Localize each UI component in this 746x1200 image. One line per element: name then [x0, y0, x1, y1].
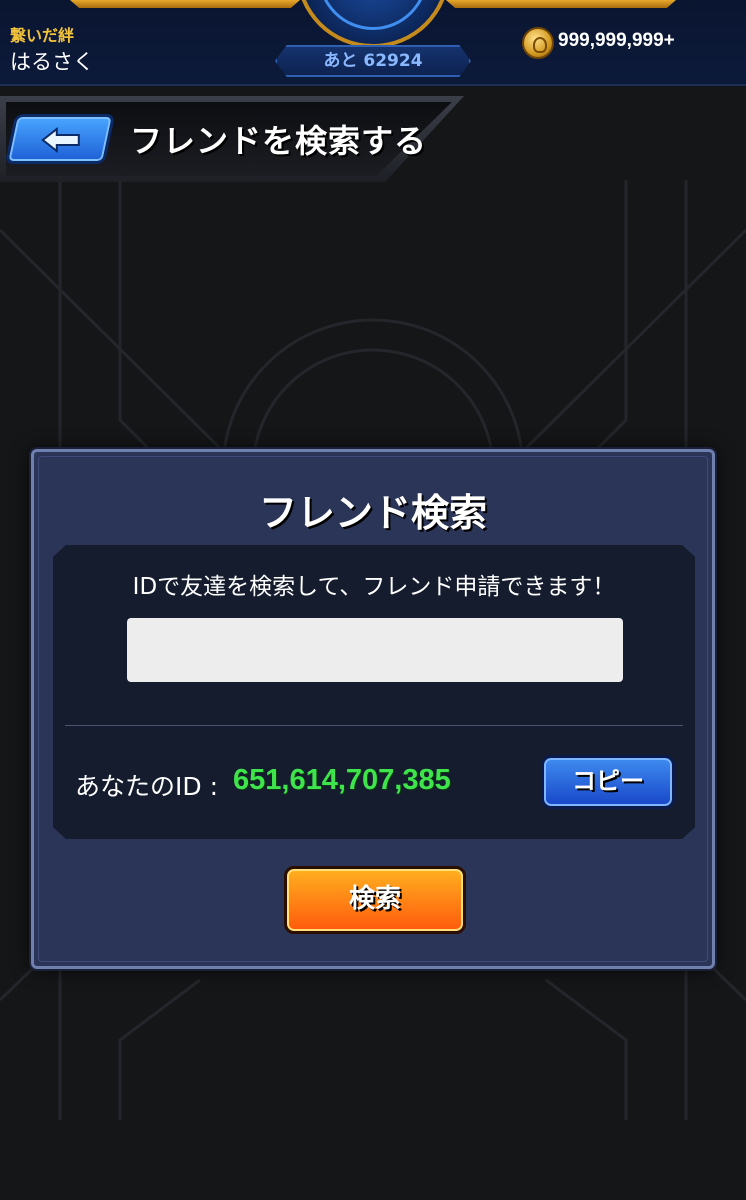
status-bar: 繋いだ絆 はるさく あと 62924 999,999,999+: [0, 0, 746, 86]
status-bar-trim-left: [70, 0, 300, 8]
coin-count: 999,999,999+: [558, 30, 675, 51]
bond-label: 繋いだ絆: [10, 26, 75, 45]
coin-icon: [522, 27, 554, 59]
dialog-title: フレンド検索: [258, 491, 487, 535]
player-name: はるさく: [10, 50, 94, 74]
remaining-value: 62924: [363, 51, 423, 71]
page-title: フレンドを検索する: [130, 122, 428, 160]
your-id-value: 651,614,707,385: [233, 764, 451, 796]
friend-search-dialog: フレンド検索 IDで友達を検索して、フレンド申請できます！ あなたのID : 6…: [31, 449, 715, 969]
back-button[interactable]: [4, 114, 116, 164]
search-panel: IDで友達を検索して、フレンド申請できます！ あなたのID : 651,614,…: [53, 545, 695, 839]
friend-id-input[interactable]: [127, 618, 623, 682]
remaining-counter: あと 62924: [275, 45, 471, 77]
copy-button[interactable]: コピー: [541, 755, 675, 809]
instruction-text: IDで友達を検索して、フレンド申請できます！: [132, 574, 616, 600]
back-arrow-icon: [41, 127, 80, 153]
status-bar-trim-right: [446, 0, 676, 8]
page-header: フレンドを検索する: [0, 96, 464, 182]
divider: [65, 725, 683, 726]
search-button[interactable]: 検索: [284, 866, 466, 934]
remaining-prefix: あと: [323, 51, 358, 71]
your-id-label: あなたのID :: [75, 772, 218, 801]
rank-emblem-ring: [318, 0, 428, 30]
rank-emblem: [296, 0, 450, 48]
